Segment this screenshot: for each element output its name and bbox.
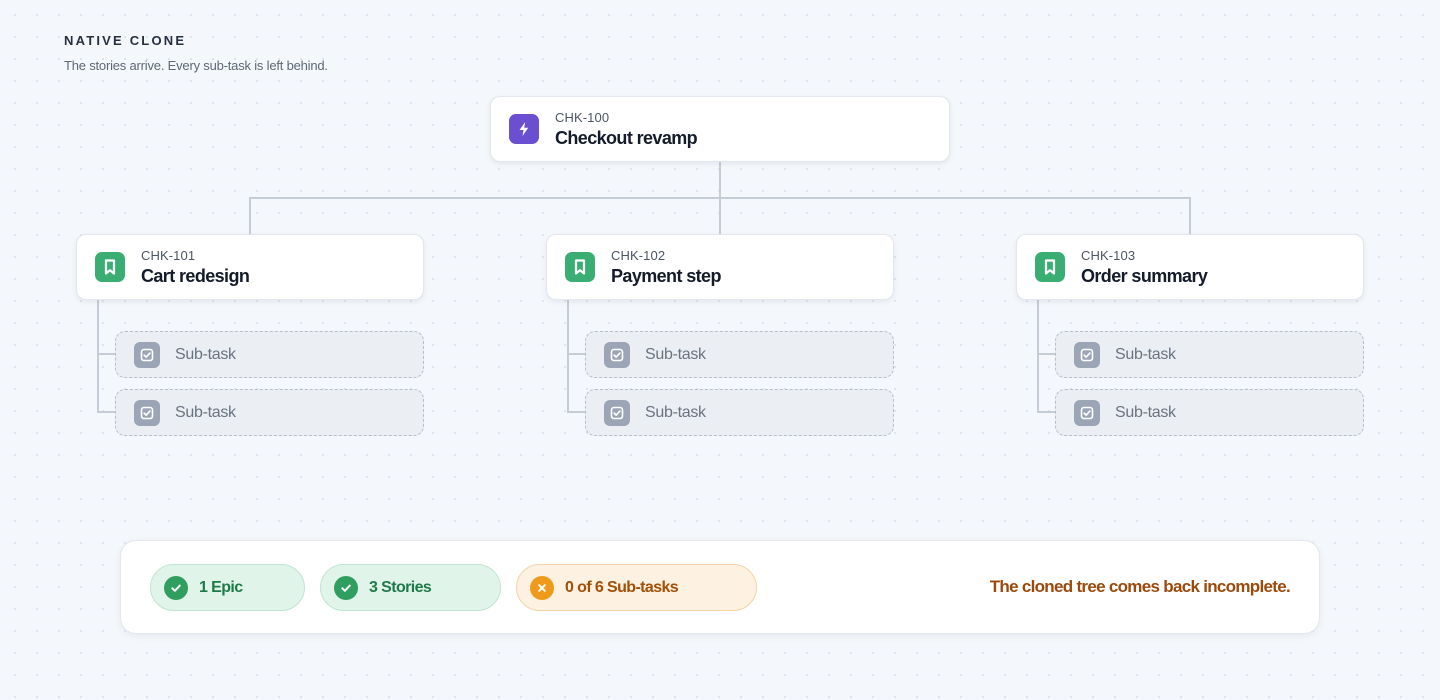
subtask-placeholder: Sub-task (115, 389, 424, 436)
subtask-label: Sub-task (645, 403, 706, 421)
lightning-bolt-icon (509, 114, 539, 144)
checkbox-icon (604, 341, 630, 368)
epic-count-pill: 1 Epic (150, 564, 305, 611)
epic-key: CHK-100 (555, 109, 610, 125)
story-card-chk-102[interactable]: CHK-102 Payment step (546, 234, 894, 300)
subtask-label: Sub-task (1115, 403, 1176, 421)
pill-label: 0 of 6 Sub-tasks (565, 578, 679, 596)
epic-card[interactable]: CHK-100 Checkout revamp (490, 96, 950, 162)
subtask-placeholder: Sub-task (1055, 331, 1364, 378)
subtask-placeholder: Sub-task (115, 331, 424, 378)
pill-label: 1 Epic (199, 578, 243, 596)
story-2-connector (567, 300, 586, 413)
story-key: CHK-103 (1081, 247, 1136, 263)
clone-summary-panel: 1 Epic 3 Stories 0 of 6 Sub-tasks The cl… (120, 540, 1320, 634)
verdict-text: The cloned tree comes back incomplete. (989, 577, 1291, 596)
story-title: Payment step (611, 265, 721, 286)
checkbox-icon (134, 399, 160, 426)
checkbox-icon (1074, 341, 1100, 368)
checkbox-icon (1074, 399, 1100, 426)
pill-label: 3 Stories (369, 578, 432, 596)
story-3-connector (1037, 300, 1056, 413)
story-1-connector (97, 300, 116, 413)
subtask-placeholder: Sub-task (585, 389, 894, 436)
subtask-label: Sub-task (1115, 345, 1176, 363)
checkbox-icon (604, 399, 630, 426)
story-key: CHK-101 (141, 247, 196, 263)
bookmark-icon (95, 252, 125, 282)
subtask-label: Sub-task (645, 345, 706, 363)
subtask-placeholder: Sub-task (1055, 389, 1364, 436)
epic-title: Checkout revamp (555, 127, 698, 148)
stories-count-pill: 3 Stories (320, 564, 501, 611)
story-title: Cart redesign (141, 265, 250, 286)
subtask-label: Sub-task (175, 345, 236, 363)
bookmark-icon (1035, 252, 1065, 282)
check-circle-icon (164, 575, 188, 600)
story-card-chk-103[interactable]: CHK-103 Order summary (1016, 234, 1364, 300)
bookmark-icon (565, 252, 595, 282)
subtask-placeholder: Sub-task (585, 331, 894, 378)
subtasks-count-pill: 0 of 6 Sub-tasks (516, 564, 757, 611)
story-card-chk-101[interactable]: CHK-101 Cart redesign (76, 234, 424, 300)
story-key: CHK-102 (611, 247, 666, 263)
story-title: Order summary (1081, 265, 1208, 286)
subtask-label: Sub-task (175, 403, 236, 421)
checkbox-icon (134, 341, 160, 368)
epic-connector (249, 162, 1191, 234)
check-circle-icon (334, 575, 358, 600)
x-circle-icon (530, 575, 554, 600)
